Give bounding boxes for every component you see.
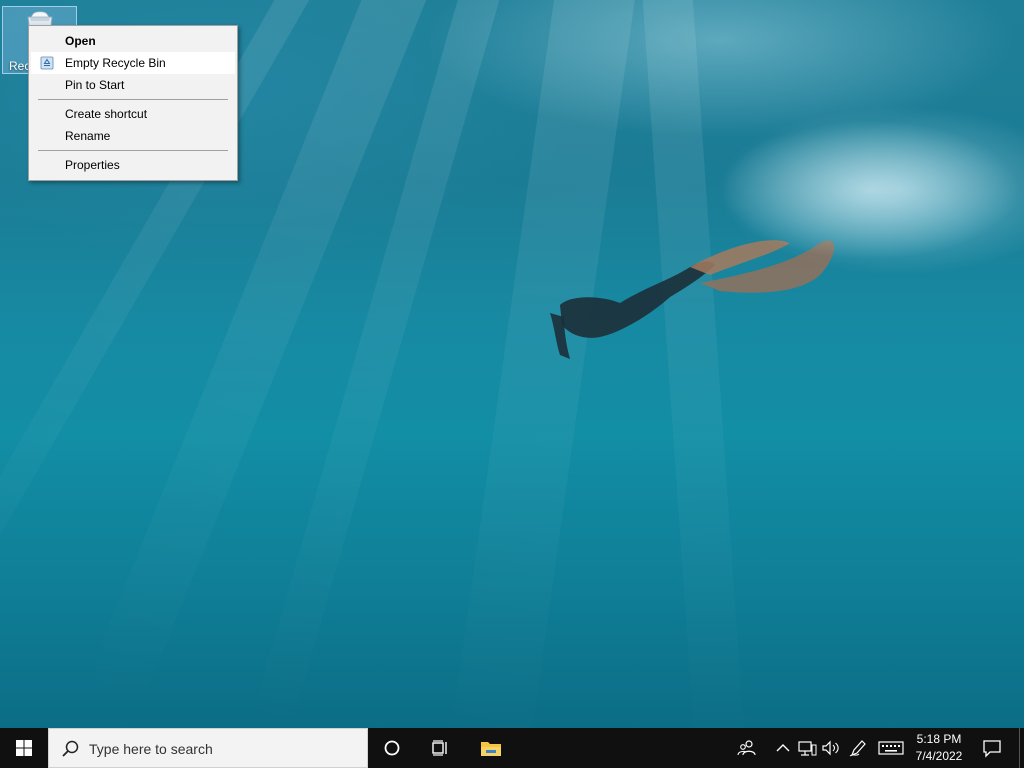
menu-separator bbox=[38, 150, 228, 151]
network-icon[interactable] bbox=[797, 738, 817, 758]
recycle-icon bbox=[40, 56, 54, 70]
volume-icon[interactable] bbox=[821, 738, 841, 758]
task-view-button[interactable] bbox=[416, 728, 464, 768]
pen-icon[interactable] bbox=[848, 738, 868, 758]
clock[interactable]: 5:18 PM 7/4/2022 bbox=[906, 728, 972, 768]
menu-item-label: Rename bbox=[65, 129, 111, 143]
start-button[interactable] bbox=[0, 728, 48, 768]
menu-separator bbox=[38, 99, 228, 100]
clock-time: 5:18 PM bbox=[916, 732, 962, 746]
action-center-button[interactable] bbox=[976, 728, 1016, 768]
menu-item-empty-recycle-bin[interactable]: Empty Recycle Bin bbox=[31, 52, 235, 74]
cortana-button[interactable] bbox=[368, 728, 416, 768]
show-desktop-button[interactable] bbox=[1019, 728, 1024, 768]
menu-item-label: Pin to Start bbox=[65, 78, 125, 92]
search-box[interactable]: Type here to search bbox=[48, 728, 368, 768]
menu-item-label: Open bbox=[65, 34, 96, 48]
keyboard-icon[interactable] bbox=[878, 738, 904, 758]
menu-item-label: Empty Recycle Bin bbox=[65, 56, 166, 70]
search-placeholder: Type here to search bbox=[89, 741, 213, 757]
menu-item-open[interactable]: Open bbox=[31, 30, 235, 52]
clock-date: 7/4/2022 bbox=[915, 749, 963, 763]
search-icon bbox=[62, 740, 79, 757]
cortana-circle-icon bbox=[384, 740, 400, 756]
water-surface-foam bbox=[720, 120, 1020, 260]
menu-item-rename[interactable]: Rename bbox=[31, 125, 235, 147]
people-icon[interactable] bbox=[737, 738, 757, 758]
taskbar: Type here to search 5:18 PM 7/4/2022 bbox=[0, 728, 1024, 768]
file-explorer-button[interactable] bbox=[466, 728, 514, 768]
menu-item-create-shortcut[interactable]: Create shortcut bbox=[31, 103, 235, 125]
context-menu: Open Empty Recycle Bin Pin to Start Crea… bbox=[28, 25, 238, 181]
windows-logo-icon bbox=[16, 740, 32, 756]
folder-icon bbox=[481, 742, 501, 756]
task-view-icon bbox=[432, 740, 447, 756]
menu-item-pin-to-start[interactable]: Pin to Start bbox=[31, 74, 235, 96]
desktop-wallpaper[interactable]: Rec Open Empty Recycle Bin Pin to Start … bbox=[0, 0, 1024, 728]
menu-item-properties[interactable]: Properties bbox=[31, 154, 235, 176]
menu-item-label: Properties bbox=[65, 158, 120, 172]
chevron-up-icon[interactable] bbox=[773, 738, 793, 758]
menu-item-label: Create shortcut bbox=[65, 107, 148, 121]
notification-icon bbox=[983, 740, 1001, 758]
